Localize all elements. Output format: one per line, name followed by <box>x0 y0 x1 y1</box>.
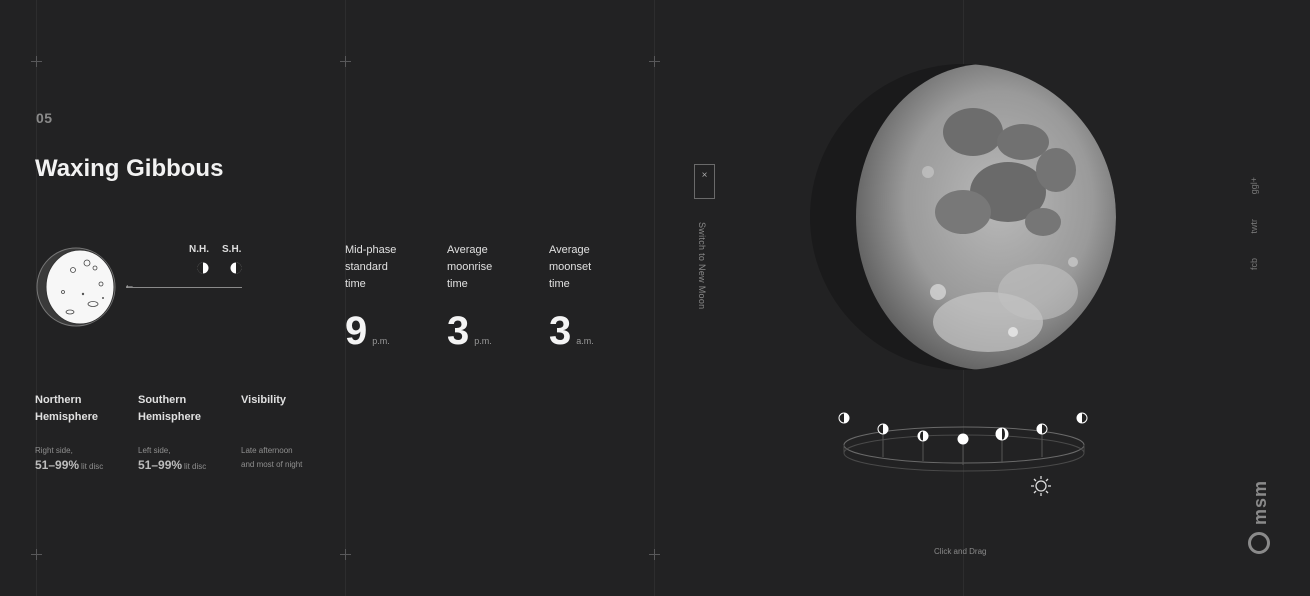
time-value: 3 <box>447 309 470 353</box>
time-block-midphase: Mid-phase standard time 9 p.m. <box>345 242 435 351</box>
time-label: Average moonrise time <box>447 244 493 290</box>
crosshair-marker <box>31 549 42 560</box>
close-icon: × <box>701 170 708 181</box>
phase-marker-icon[interactable] <box>1036 423 1048 435</box>
info-description: Right side, 51–99% lit disc <box>35 446 104 472</box>
close-button[interactable]: × <box>694 164 715 199</box>
info-visibility: Visibility Late afternoon and most of ni… <box>241 392 341 472</box>
nh-label: N.H. <box>189 244 209 255</box>
info-title: Southern Hemisphere <box>138 394 201 423</box>
sh-moon-phase-icon <box>230 262 242 274</box>
grid-line <box>654 0 655 596</box>
time-block-moonrise: Average moonrise time 3 p.m. <box>447 242 537 351</box>
social-link-facebook[interactable]: fcb <box>1249 258 1259 270</box>
phase-number: 05 <box>36 110 53 126</box>
phase-marker-icon-active[interactable] <box>957 433 969 445</box>
switch-to-new-moon-link[interactable]: Switch to New Moon <box>697 222 707 309</box>
time-unit: a.m. <box>576 336 594 346</box>
phase-orbit-selector[interactable] <box>836 405 1092 475</box>
logo-text: msm <box>1250 480 1270 526</box>
crosshair-marker <box>649 549 660 560</box>
sh-label: S.H. <box>222 244 242 255</box>
info-southern-hemisphere: Southern Hemisphere Left side, 51–99% lit… <box>138 392 238 474</box>
phase-marker-icon[interactable] <box>877 423 889 435</box>
phase-marker-icon[interactable] <box>1076 412 1088 424</box>
moon-image[interactable] <box>808 62 1118 372</box>
phase-title: Waxing Gibbous <box>35 155 224 182</box>
sun-icon[interactable] <box>1030 475 1052 497</box>
time-value: 3 <box>549 309 572 353</box>
drag-hint: Click and Drag <box>934 547 987 556</box>
info-description: Late afternoon and most of night <box>241 446 303 469</box>
crosshair-marker <box>31 56 42 67</box>
social-link-twitter[interactable]: twtr <box>1249 219 1259 234</box>
crosshair-marker <box>340 56 351 67</box>
arrow-left-icon <box>124 279 242 291</box>
logo-ring-icon <box>1248 532 1270 554</box>
time-label: Mid-phase standard time <box>345 244 397 290</box>
time-value: 9 <box>345 309 368 353</box>
logo[interactable]: msm <box>1246 480 1276 560</box>
info-title: Visibility <box>241 394 287 406</box>
time-label: Average moonset time <box>549 244 592 290</box>
phase-marker-icon[interactable] <box>917 430 929 442</box>
phase-marker-icon[interactable] <box>995 427 1009 441</box>
social-link-google[interactable]: ggl+ <box>1249 177 1259 194</box>
crosshair-marker <box>649 56 660 67</box>
info-title: Northern Hemisphere <box>35 394 98 423</box>
info-description: Left side, 51–99% lit disc <box>138 446 207 472</box>
info-northern-hemisphere: Northern Hemisphere Right side, 51–99% li… <box>35 392 135 474</box>
time-unit: p.m. <box>474 336 492 346</box>
nh-moon-phase-icon <box>197 262 209 274</box>
phase-marker-icon[interactable] <box>838 412 850 424</box>
crosshair-marker <box>340 549 351 560</box>
moon-illustration-icon <box>36 247 116 327</box>
time-unit: p.m. <box>372 336 390 346</box>
time-block-moonset: Average moonset time 3 a.m. <box>549 242 639 351</box>
